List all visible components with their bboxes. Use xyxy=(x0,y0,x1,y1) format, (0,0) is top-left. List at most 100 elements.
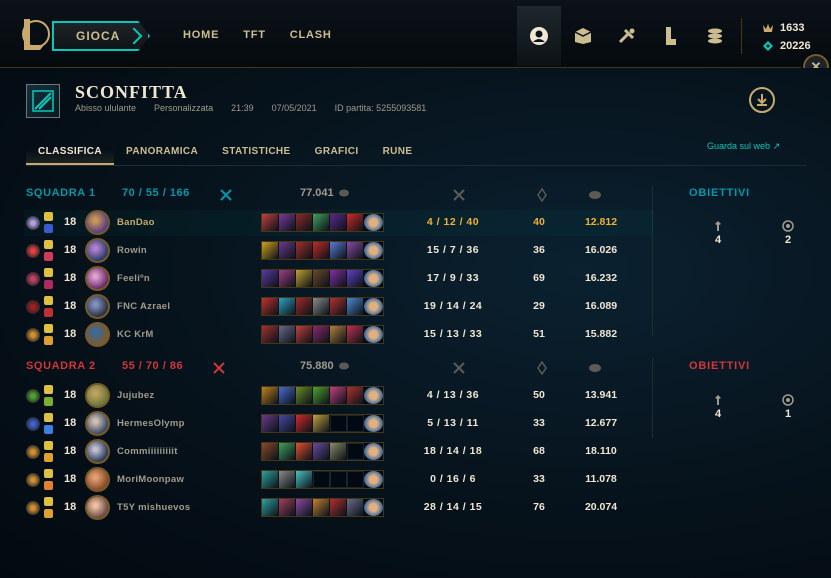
runes-and-spells[interactable] xyxy=(24,212,62,234)
trinket-icon[interactable] xyxy=(364,326,383,343)
summoner-name[interactable]: BanDao xyxy=(117,217,155,228)
item-slot-3[interactable] xyxy=(296,443,313,460)
item-slot-6[interactable] xyxy=(347,242,364,259)
item-slot-2[interactable] xyxy=(279,214,296,231)
item-slot-3[interactable] xyxy=(296,214,313,231)
summoner-name[interactable]: FNC Azrael xyxy=(117,301,170,312)
champion-portrait-icon[interactable] xyxy=(85,411,110,436)
trinket-icon[interactable] xyxy=(364,471,383,488)
watch-on-web-link[interactable]: Guarda sul web ↗ xyxy=(707,141,780,152)
item-slot-4[interactable] xyxy=(313,270,330,287)
item-slot-1[interactable] xyxy=(262,443,279,460)
runes-and-spells[interactable] xyxy=(24,240,62,262)
summoner-name[interactable]: MoriMoonpaw xyxy=(117,474,184,485)
item-slot-6[interactable] xyxy=(347,387,364,404)
item-slot-5[interactable] xyxy=(330,387,347,404)
champion-portrait-icon[interactable] xyxy=(85,322,110,347)
champion-portrait-icon[interactable] xyxy=(85,495,110,520)
nav-home[interactable]: HOME xyxy=(183,29,219,41)
summoner-name[interactable]: Jujubez xyxy=(117,390,154,401)
item-slot-3[interactable] xyxy=(296,415,313,432)
item-slot-3[interactable] xyxy=(296,387,313,404)
tab-classifica[interactable]: CLASSIFICA xyxy=(26,140,114,165)
item-slot-2[interactable] xyxy=(279,471,296,488)
item-slot-1[interactable] xyxy=(262,298,279,315)
item-slot-2[interactable] xyxy=(279,387,296,404)
item-slot-1[interactable] xyxy=(262,499,279,516)
runes-and-spells[interactable] xyxy=(24,497,62,519)
item-slot-5[interactable] xyxy=(330,326,347,343)
champion-portrait-icon[interactable] xyxy=(85,238,110,263)
item-slot-1[interactable] xyxy=(262,242,279,259)
runes-and-spells[interactable] xyxy=(24,441,62,463)
champion-portrait-icon[interactable] xyxy=(85,294,110,319)
item-slot-2[interactable] xyxy=(279,298,296,315)
trinket-icon[interactable] xyxy=(364,298,383,315)
store-icon[interactable] xyxy=(693,6,737,66)
player-row[interactable]: 18 Feeliºn 17 / 9 / 33 69 16.232 xyxy=(24,266,644,292)
profile-icon[interactable] xyxy=(517,6,561,66)
player-row[interactable]: 18 Commiiiiiiiiit 18 / 14 / 18 68 18.110 xyxy=(24,439,644,465)
clash-icon[interactable] xyxy=(649,6,693,66)
item-slot-4[interactable] xyxy=(313,387,330,404)
item-slot-1[interactable] xyxy=(262,270,279,287)
champion-portrait-icon[interactable] xyxy=(85,467,110,492)
item-slot-5[interactable] xyxy=(330,443,347,460)
summoner-name[interactable]: T5Y mishuevos xyxy=(117,502,190,513)
summoner-name[interactable]: HermesOlymp xyxy=(117,418,185,429)
trinket-icon[interactable] xyxy=(364,387,383,404)
champion-portrait-icon[interactable] xyxy=(85,383,110,408)
item-slot-4[interactable] xyxy=(313,242,330,259)
item-slot-2[interactable] xyxy=(279,242,296,259)
nav-clash[interactable]: CLASH xyxy=(290,29,332,41)
item-slot-3[interactable] xyxy=(296,298,313,315)
item-slot-2[interactable] xyxy=(279,443,296,460)
item-slot-2[interactable] xyxy=(279,270,296,287)
summoner-name[interactable]: Rowin xyxy=(117,245,147,256)
tab-rune[interactable]: RUNE xyxy=(371,140,425,165)
champion-portrait-icon[interactable] xyxy=(85,266,110,291)
item-slot-1[interactable] xyxy=(262,214,279,231)
runes-and-spells[interactable] xyxy=(24,413,62,435)
download-button[interactable] xyxy=(749,87,775,113)
player-row[interactable]: 18 FNC Azrael 19 / 14 / 24 29 16.089 xyxy=(24,294,644,320)
runes-and-spells[interactable] xyxy=(24,268,62,290)
trinket-icon[interactable] xyxy=(364,415,383,432)
item-slot-1[interactable] xyxy=(262,326,279,343)
loot-icon[interactable] xyxy=(605,6,649,66)
summoner-name[interactable]: Feeliºn xyxy=(117,273,150,284)
item-slot-4[interactable] xyxy=(313,443,330,460)
summoner-name[interactable]: KC KrM xyxy=(117,329,154,340)
item-slot-2[interactable] xyxy=(279,499,296,516)
item-slot-2[interactable] xyxy=(279,415,296,432)
tab-statistiche[interactable]: STATISTICHE xyxy=(210,140,302,165)
trinket-icon[interactable] xyxy=(364,443,383,460)
play-button[interactable]: GIOCA xyxy=(52,21,150,51)
player-row[interactable]: 18 KC KrM 15 / 13 / 33 51 15.882 xyxy=(24,322,644,348)
item-slot-5[interactable] xyxy=(330,242,347,259)
player-row[interactable]: 18 Rowin 15 / 7 / 36 36 16.026 xyxy=(24,238,644,264)
tab-panoramica[interactable]: PANORAMICA xyxy=(114,140,210,165)
item-slot-4[interactable] xyxy=(313,415,330,432)
item-slot-3[interactable] xyxy=(296,471,313,488)
item-slot-4[interactable] xyxy=(313,499,330,516)
item-slot-6[interactable] xyxy=(347,298,364,315)
item-slot-5[interactable] xyxy=(330,214,347,231)
runes-and-spells[interactable] xyxy=(24,385,62,407)
runes-and-spells[interactable] xyxy=(24,324,62,346)
item-slot-3[interactable] xyxy=(296,242,313,259)
trinket-icon[interactable] xyxy=(364,242,383,259)
item-slot-1[interactable] xyxy=(262,415,279,432)
league-logo-icon[interactable] xyxy=(18,14,52,54)
item-slot-6[interactable] xyxy=(347,214,364,231)
champion-portrait-icon[interactable] xyxy=(85,439,110,464)
item-slot-3[interactable] xyxy=(296,326,313,343)
item-slot-1[interactable] xyxy=(262,387,279,404)
champion-portrait-icon[interactable] xyxy=(85,210,110,235)
nav-tft[interactable]: TFT xyxy=(243,29,266,41)
player-row[interactable]: 18 T5Y mishuevos 28 / 14 / 15 76 20.074 xyxy=(24,495,644,521)
runes-and-spells[interactable] xyxy=(24,469,62,491)
item-slot-5[interactable] xyxy=(330,298,347,315)
trinket-icon[interactable] xyxy=(364,270,383,287)
item-slot-3[interactable] xyxy=(296,270,313,287)
